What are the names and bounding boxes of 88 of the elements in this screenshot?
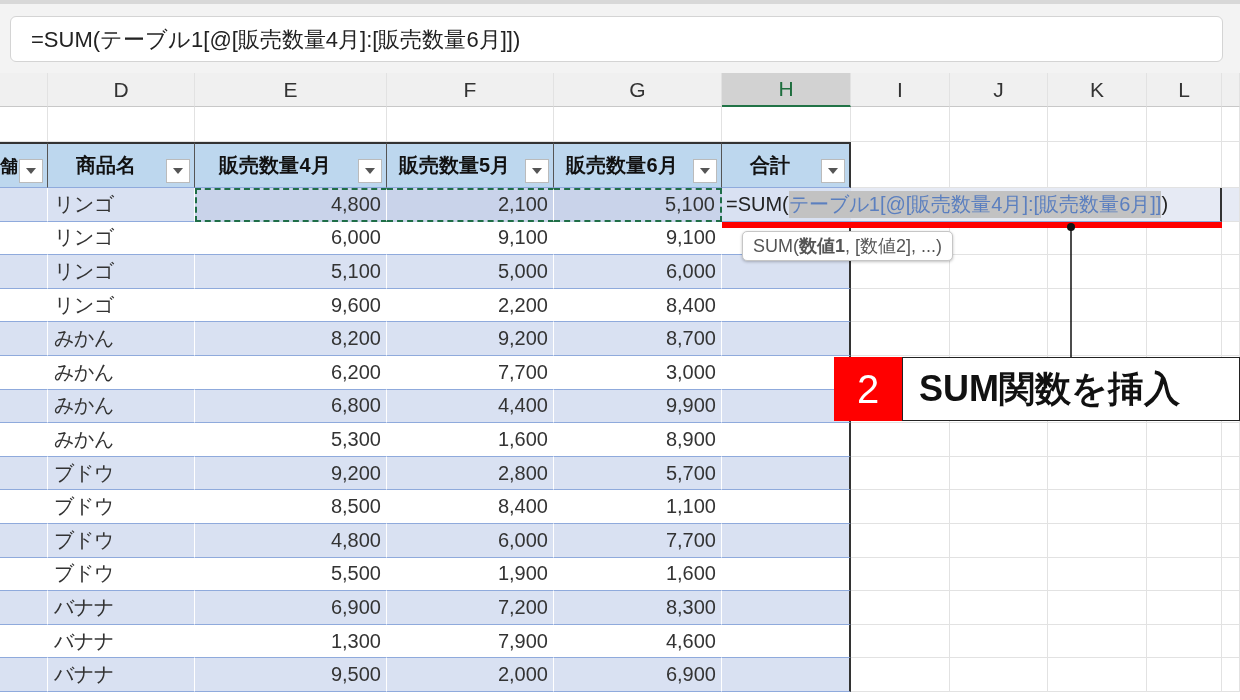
table-cell: リンゴ bbox=[48, 255, 195, 289]
empty-cell bbox=[1222, 423, 1240, 457]
table-cell: 7,200 bbox=[387, 591, 554, 625]
table-cell: ブドウ bbox=[48, 456, 195, 491]
table-cell: みかん bbox=[48, 423, 195, 457]
column-header[interactable]: J bbox=[950, 73, 1048, 107]
table-header-cell: 販売数量4月 bbox=[195, 142, 387, 188]
empty-cell bbox=[1222, 658, 1240, 692]
table-cell: 7,700 bbox=[554, 523, 722, 558]
table-cell: みかん bbox=[48, 389, 195, 424]
table-cell: 2,100 bbox=[387, 188, 554, 222]
table-cell: ブドウ bbox=[48, 490, 195, 524]
table-header-cell: 合計 bbox=[722, 142, 851, 188]
column-header[interactable]: K bbox=[1048, 73, 1147, 107]
dropdown-arrow-icon bbox=[700, 168, 710, 174]
table-cell: 6,900 bbox=[195, 591, 387, 625]
column-header[interactable]: H bbox=[722, 73, 851, 107]
dropdown-arrow-icon bbox=[26, 168, 36, 174]
table-cell: 5,300 bbox=[195, 423, 387, 457]
column-header[interactable]: D bbox=[48, 73, 195, 107]
table-cell: 5,100 bbox=[195, 255, 387, 289]
table-cell: 8,400 bbox=[387, 490, 554, 524]
empty-cell bbox=[1222, 255, 1240, 289]
empty-cell bbox=[1222, 557, 1240, 592]
table-cell: 8,200 bbox=[195, 322, 387, 356]
table-cell: 9,500 bbox=[195, 658, 387, 692]
empty-cell bbox=[1222, 490, 1240, 524]
dropdown-arrow-icon bbox=[532, 168, 542, 174]
column-header[interactable]: E bbox=[195, 73, 387, 107]
table-cell: 9,200 bbox=[195, 456, 387, 491]
step-number: 2 bbox=[834, 357, 902, 421]
dropdown-arrow-icon bbox=[365, 168, 375, 174]
table-cell: 9,900 bbox=[554, 389, 722, 424]
formula-input-cell[interactable]: =SUM(テーブル1[@[販売数量4月]:[販売数量6月]]) bbox=[722, 188, 1222, 222]
table-cell: 5,000 bbox=[387, 255, 554, 289]
table-cell: バナナ bbox=[48, 658, 195, 692]
filter-dropdown-button[interactable] bbox=[19, 159, 43, 183]
filter-dropdown-button[interactable] bbox=[525, 159, 549, 183]
table-cell: 6,000 bbox=[554, 255, 722, 289]
filter-dropdown-button[interactable] bbox=[821, 159, 845, 183]
table-cell: 8,900 bbox=[554, 423, 722, 457]
table-cell: リンゴ bbox=[48, 188, 195, 222]
dropdown-arrow-icon bbox=[173, 168, 183, 174]
column-header[interactable]: L bbox=[1147, 73, 1222, 107]
filter-dropdown-button[interactable] bbox=[166, 159, 190, 183]
empty-cell bbox=[1222, 456, 1240, 491]
table-cell: 5,100 bbox=[554, 188, 722, 222]
table-cell: ブドウ bbox=[48, 523, 195, 558]
table-header-cell: 販売数量5月 bbox=[387, 142, 554, 188]
table-cell: 8,300 bbox=[554, 591, 722, 625]
table-cell: 1,100 bbox=[554, 490, 722, 524]
table-cell: 6,800 bbox=[195, 389, 387, 424]
empty-cell bbox=[1222, 322, 1240, 356]
table-cell: 4,800 bbox=[195, 188, 387, 222]
empty-cell bbox=[1222, 591, 1240, 625]
filter-dropdown-button[interactable] bbox=[693, 159, 717, 183]
table-cell: 7,700 bbox=[387, 355, 554, 390]
table-cell: 4,800 bbox=[195, 523, 387, 558]
table-cell: 6,000 bbox=[387, 523, 554, 558]
table-cell: バナナ bbox=[48, 591, 195, 625]
table-cell: 2,800 bbox=[387, 456, 554, 491]
empty-cell bbox=[1222, 624, 1240, 659]
table-header-cell: 舗 bbox=[0, 142, 48, 188]
formula-bar-field[interactable]: =SUM(テーブル1[@[販売数量4月]:[販売数量6月]]) bbox=[10, 16, 1223, 62]
empty-cell bbox=[1222, 188, 1240, 222]
function-tooltip: SUM(数値1, [数値2], ...) bbox=[742, 231, 954, 261]
table-cell: 6,900 bbox=[554, 658, 722, 692]
table-cell: 1,600 bbox=[387, 423, 554, 457]
table-cell: 8,700 bbox=[554, 322, 722, 356]
table-cell: 4,400 bbox=[387, 389, 554, 424]
table-cell: 3,000 bbox=[554, 355, 722, 390]
callout-label: SUM関数を挿入 bbox=[902, 357, 1240, 421]
table-header-cell: 販売数量6月 bbox=[554, 142, 722, 188]
table-cell: 8,500 bbox=[195, 490, 387, 524]
column-header[interactable]: F bbox=[387, 73, 554, 107]
column-header[interactable]: G bbox=[554, 73, 722, 107]
dropdown-arrow-icon bbox=[828, 168, 838, 174]
table-cell: 2,000 bbox=[387, 658, 554, 692]
filter-dropdown-button[interactable] bbox=[358, 159, 382, 183]
column-header[interactable]: I bbox=[851, 73, 950, 107]
empty-cell bbox=[1222, 288, 1240, 323]
table-cell: みかん bbox=[48, 322, 195, 356]
table-header-cell: 商品名 bbox=[48, 142, 195, 188]
table-cell: みかん bbox=[48, 355, 195, 390]
table-cell: 9,200 bbox=[387, 322, 554, 356]
empty-cell bbox=[1222, 523, 1240, 558]
table-cell: 6,200 bbox=[195, 355, 387, 390]
table-cell: 5,700 bbox=[554, 456, 722, 491]
